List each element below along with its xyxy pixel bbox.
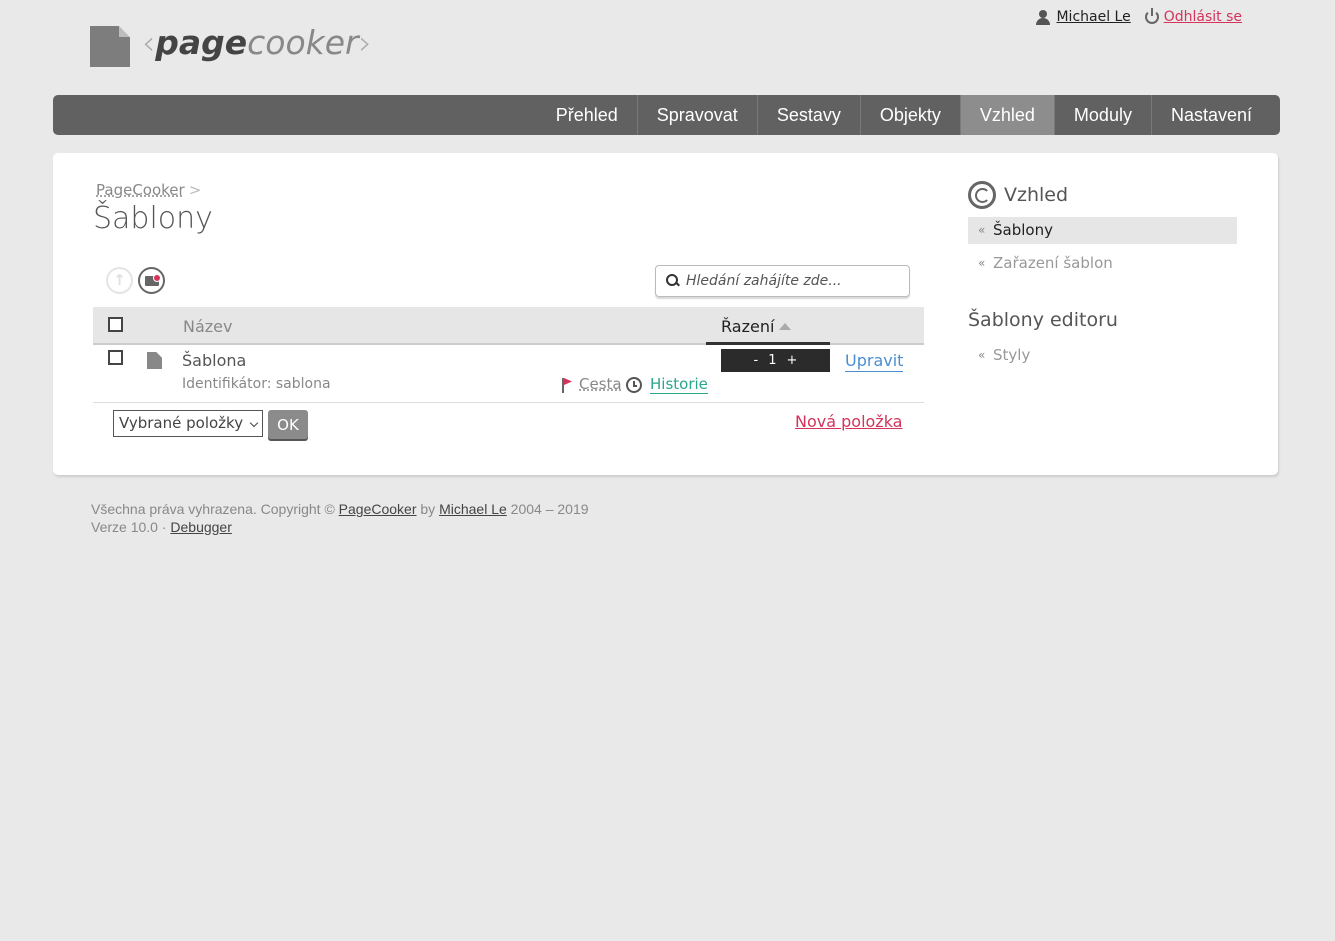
sidebar-title: Vzhled [1004, 184, 1069, 206]
row-identifier: Identifikátor: sablona [182, 376, 331, 392]
nav-item-objekty[interactable]: Objekty [859, 95, 960, 135]
footer-years: 2004 – 2019 [510, 501, 589, 517]
sidebar-item-styly[interactable]: Styly [968, 342, 1237, 369]
footer-debugger-link[interactable]: Debugger [170, 519, 232, 535]
logo-text: ‹pagecooker› [142, 23, 372, 62]
row-history-link[interactable]: Historie [650, 375, 708, 394]
select-all-checkbox[interactable] [108, 317, 123, 332]
row-path-link[interactable]: Cesta [579, 375, 622, 393]
bulk-action-selected: Vybrané položky [119, 414, 244, 432]
nav-item-prehled[interactable]: Přehled [537, 95, 637, 135]
main-nav: Přehled Spravovat Sestavy Objekty Vzhled… [53, 95, 1280, 135]
row-name: Šablona [182, 351, 247, 370]
column-header-order[interactable]: Řazení [706, 307, 830, 345]
nav-item-nastaveni[interactable]: Nastavení [1150, 95, 1271, 135]
breadcrumb-separator: > [188, 181, 202, 199]
chevron-down-icon [249, 418, 259, 428]
page-title: Šablony [93, 201, 213, 236]
power-icon [1144, 8, 1159, 24]
sidebar-item-sablony[interactable]: Šablony [968, 217, 1237, 244]
sidebar-header: Vzhled [968, 181, 1068, 209]
content-card: PageCooker> Šablony ↑ Název Řazení Šablo… [53, 153, 1278, 475]
column-header-order-label: Řazení [721, 317, 775, 336]
nav-item-sestavy[interactable]: Sestavy [756, 95, 860, 135]
nav-item-vzhled[interactable]: Vzhled [959, 95, 1054, 135]
footer-product-link[interactable]: PageCooker [339, 501, 417, 517]
user-bar: Michael Le Odhlásit se [1035, 8, 1242, 25]
user-icon [1035, 9, 1051, 25]
new-item-link[interactable]: Nová položka [795, 412, 902, 431]
order-value: 1 [768, 353, 777, 368]
footer-version-line: Verze 10.0 · Debugger [91, 518, 589, 536]
new-folder-button[interactable] [138, 267, 165, 294]
flag-icon [560, 377, 572, 393]
sidebar-section-title: Šablony editoru [968, 309, 1118, 331]
ok-button[interactable]: OK [268, 410, 308, 439]
row-divider [93, 402, 924, 403]
logout-link[interactable]: Odhlásit se [1164, 9, 1242, 25]
footer-copyright: Všechna práva vyhrazena. Copyright © Pag… [91, 500, 589, 518]
order-stepper: - 1 + [721, 349, 830, 372]
order-decrement-button[interactable]: - [754, 353, 759, 368]
sort-asc-icon [779, 323, 792, 330]
appearance-icon [968, 181, 996, 209]
table-header: Název Řazení [93, 307, 924, 345]
search-box [655, 265, 910, 297]
footer-dot: · [161, 519, 167, 535]
breadcrumb: PageCooker > [96, 181, 201, 199]
column-header-name[interactable]: Název [183, 317, 232, 336]
logo-file-icon [90, 26, 130, 67]
sidebar-item-zarazeni-sablon[interactable]: Zařazení šablon [968, 250, 1237, 277]
footer-author-link[interactable]: Michael Le [439, 501, 507, 517]
nav-item-spravovat[interactable]: Spravovat [636, 95, 757, 135]
row-checkbox[interactable] [108, 350, 123, 365]
user-name-link[interactable]: Michael Le [1056, 9, 1130, 25]
breadcrumb-root-link[interactable]: PageCooker [96, 181, 185, 199]
history-icon [626, 377, 642, 393]
footer-rights: Všechna práva vyhrazena. Copyright © [91, 501, 335, 517]
nav-item-moduly[interactable]: Moduly [1053, 95, 1151, 135]
search-icon [666, 274, 680, 288]
row-edit-link[interactable]: Upravit [845, 350, 904, 372]
up-level-button[interactable]: ↑ [106, 267, 133, 294]
footer-version: Verze 10.0 [91, 519, 158, 535]
logo[interactable]: ‹pagecooker› [90, 26, 372, 67]
footer-by: by [420, 501, 436, 517]
search-input[interactable] [686, 273, 906, 289]
template-file-icon [147, 352, 162, 369]
footer: Všechna práva vyhrazena. Copyright © Pag… [91, 500, 589, 536]
order-increment-button[interactable]: + [787, 353, 798, 368]
bulk-action-select[interactable]: Vybrané položky [113, 410, 263, 437]
